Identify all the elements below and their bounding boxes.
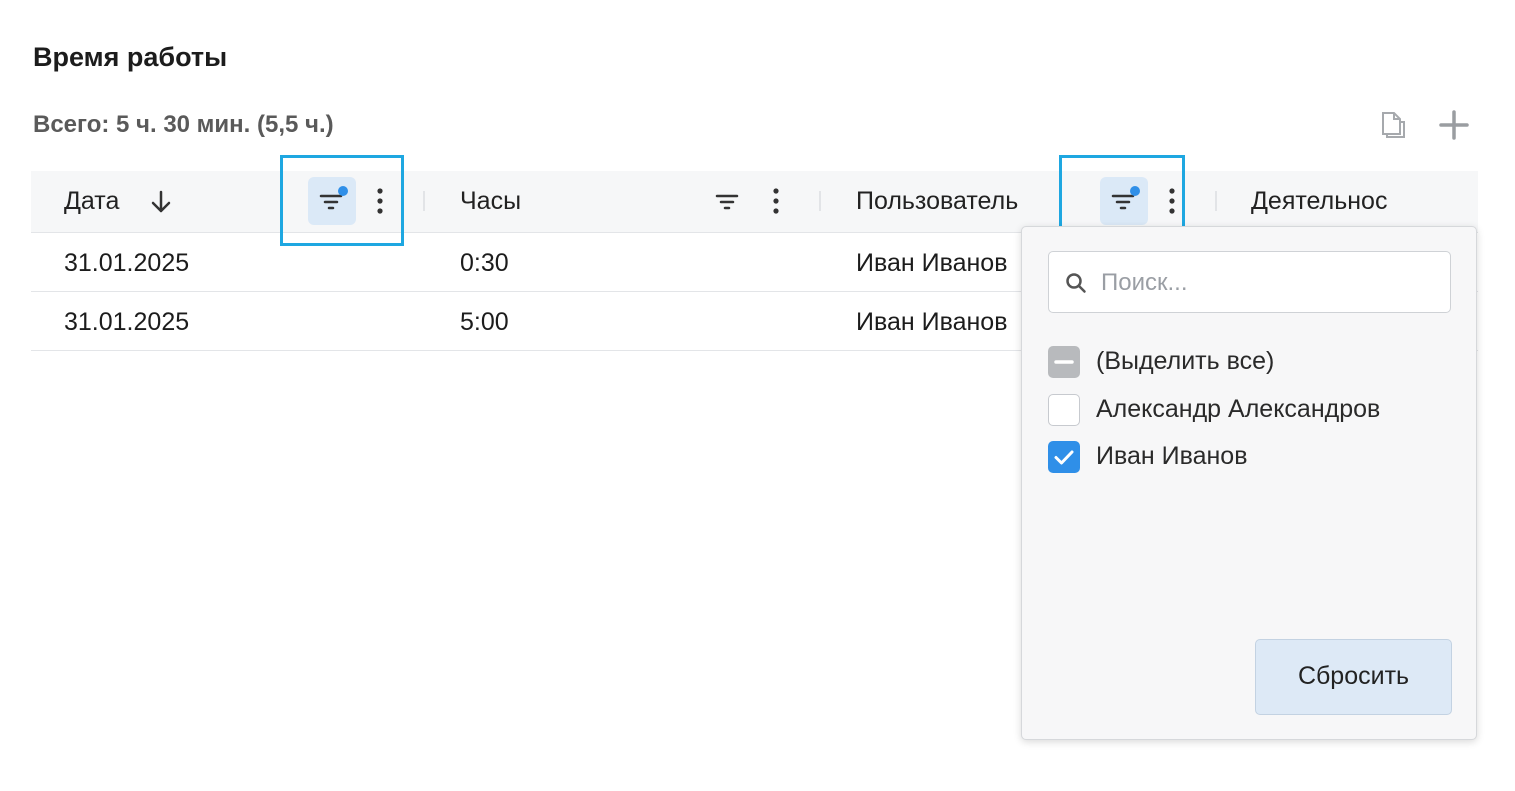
checkbox-partial[interactable] [1048, 346, 1080, 378]
plus-icon[interactable] [1437, 108, 1471, 142]
date-filter-button[interactable] [308, 177, 356, 225]
filter-search-box[interactable] [1048, 251, 1451, 313]
table-header: Дата Часы Пользователь Деятельнос [31, 171, 1478, 233]
column-header-user[interactable]: Пользователь [856, 187, 1018, 216]
total-summary: Всего: 5 ч. 30 мин. (5,5 ч.) [33, 111, 334, 138]
column-header-hours[interactable]: Часы [460, 187, 521, 216]
filter-option-user[interactable]: Александр Александров [1048, 392, 1448, 428]
page-title: Время работы [33, 42, 228, 72]
checkbox-checked[interactable] [1048, 441, 1080, 473]
option-label: Александр Александров [1096, 395, 1381, 423]
filter-option-select-all[interactable]: (Выделить все) [1048, 344, 1448, 380]
column-header-activity[interactable]: Деятельнос [1251, 187, 1387, 216]
column-divider[interactable] [1215, 191, 1217, 211]
cell-user: Иван Иванов [856, 249, 1008, 277]
cell-hours: 0:30 [460, 249, 509, 277]
column-header-date[interactable]: Дата [64, 187, 119, 216]
column-divider[interactable] [423, 191, 425, 211]
search-icon [1065, 272, 1087, 294]
user-column-menu-icon[interactable] [1157, 177, 1187, 225]
option-label: (Выделить все) [1096, 347, 1275, 375]
reset-filter-button[interactable]: Сбросить [1255, 639, 1452, 715]
cell-date: 31.01.2025 [64, 249, 190, 277]
filter-option-user[interactable]: Иван Иванов [1048, 439, 1448, 475]
copy-icon[interactable] [1374, 108, 1408, 142]
filter-search-input[interactable] [1099, 264, 1433, 302]
user-filter-button[interactable] [1100, 177, 1148, 225]
hours-filter-button[interactable] [704, 177, 752, 225]
cell-hours: 5:00 [460, 308, 509, 336]
column-divider[interactable] [819, 191, 821, 211]
checkbox-unchecked[interactable] [1048, 394, 1080, 426]
hours-column-menu-icon[interactable] [761, 177, 791, 225]
option-label: Иван Иванов [1096, 442, 1248, 470]
cell-date: 31.01.2025 [64, 308, 190, 336]
user-filter-popup: (Выделить все) Александр Александров Ива… [1021, 226, 1477, 740]
sort-descending-icon[interactable] [148, 189, 174, 215]
cell-user: Иван Иванов [856, 308, 1008, 336]
date-column-menu-icon[interactable] [365, 177, 395, 225]
